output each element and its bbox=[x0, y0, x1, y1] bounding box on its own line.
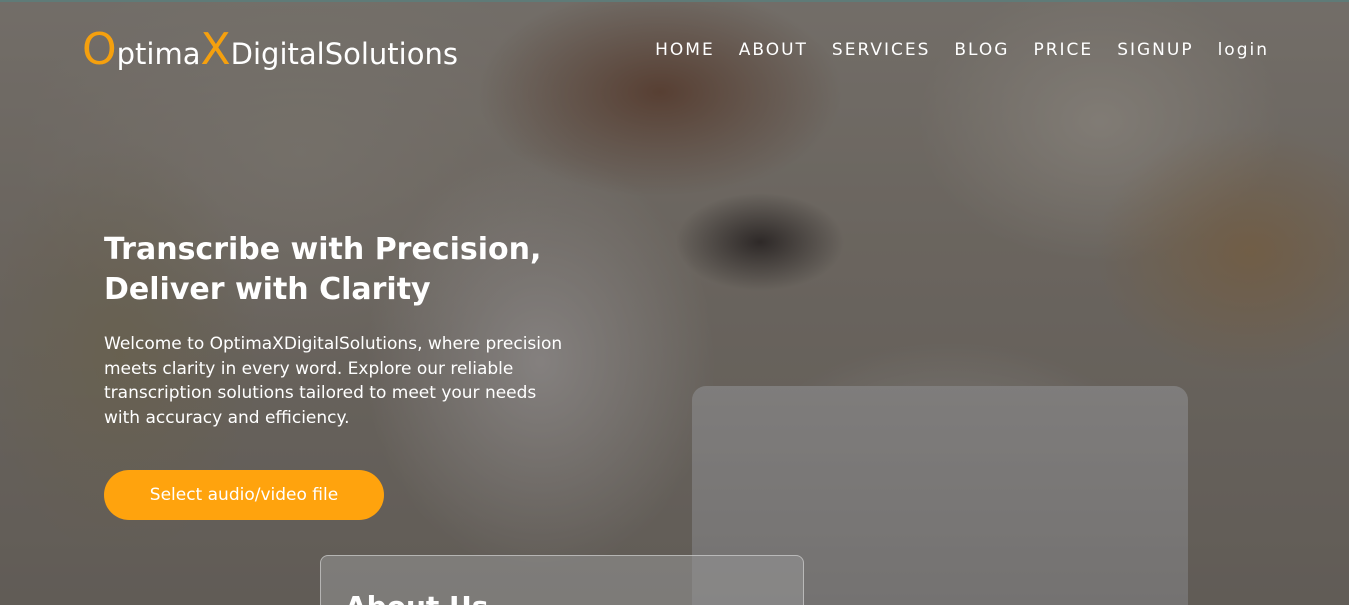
nav-price[interactable]: PRICE bbox=[1033, 40, 1093, 60]
logo-letter-o: O bbox=[82, 24, 117, 75]
hero-description: Welcome to OptimaXDigitalSolutions, wher… bbox=[104, 334, 563, 428]
hero-title: Transcribe with Precision, Deliver with … bbox=[104, 230, 584, 310]
nav-login[interactable]: login bbox=[1218, 40, 1269, 60]
nav-links: HOME ABOUT SERVICES BLOG PRICE SIGNUP lo… bbox=[631, 40, 1269, 60]
logo-text-ptima: ptima bbox=[116, 37, 201, 71]
nav-home[interactable]: HOME bbox=[655, 40, 715, 60]
nav-about[interactable]: ABOUT bbox=[739, 40, 808, 60]
logo-text-rest: DigitalSolutions bbox=[230, 37, 458, 71]
site-logo[interactable]: O ptima X DigitalSolutions bbox=[82, 26, 458, 78]
nav-blog[interactable]: BLOG bbox=[954, 40, 1009, 60]
logo-letter-x: X bbox=[200, 24, 231, 75]
about-card: About Us bbox=[320, 555, 804, 605]
hero-title-line2: Deliver with Clarity bbox=[104, 272, 431, 307]
about-heading: About Us bbox=[345, 590, 488, 605]
hero-section: O ptima X DigitalSolutions HOME ABOUT SE… bbox=[0, 0, 1349, 605]
nav-signup[interactable]: SIGNUP bbox=[1117, 40, 1193, 60]
hero-title-line1: Transcribe with Precision, bbox=[104, 232, 542, 267]
select-file-button[interactable]: Select audio/video file bbox=[104, 470, 384, 520]
top-navbar: O ptima X DigitalSolutions HOME ABOUT SE… bbox=[0, 2, 1349, 102]
hero-content: Transcribe with Precision, Deliver with … bbox=[104, 230, 584, 430]
nav-services[interactable]: SERVICES bbox=[832, 40, 930, 60]
